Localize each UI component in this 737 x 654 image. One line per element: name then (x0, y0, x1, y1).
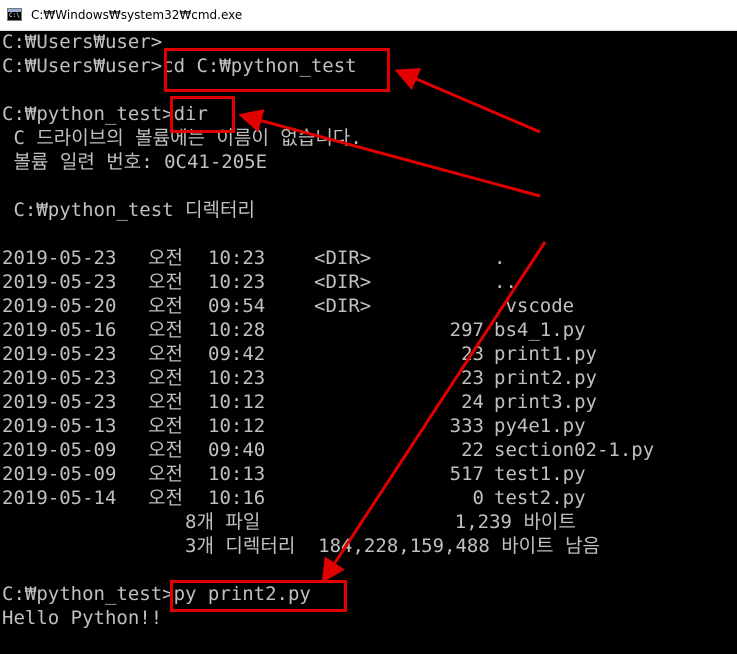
annotation-arrows (238, 68, 547, 584)
arrow-to-dir (238, 109, 541, 198)
arrow-to-py (321, 241, 547, 584)
arrow-to-cd (394, 68, 541, 134)
